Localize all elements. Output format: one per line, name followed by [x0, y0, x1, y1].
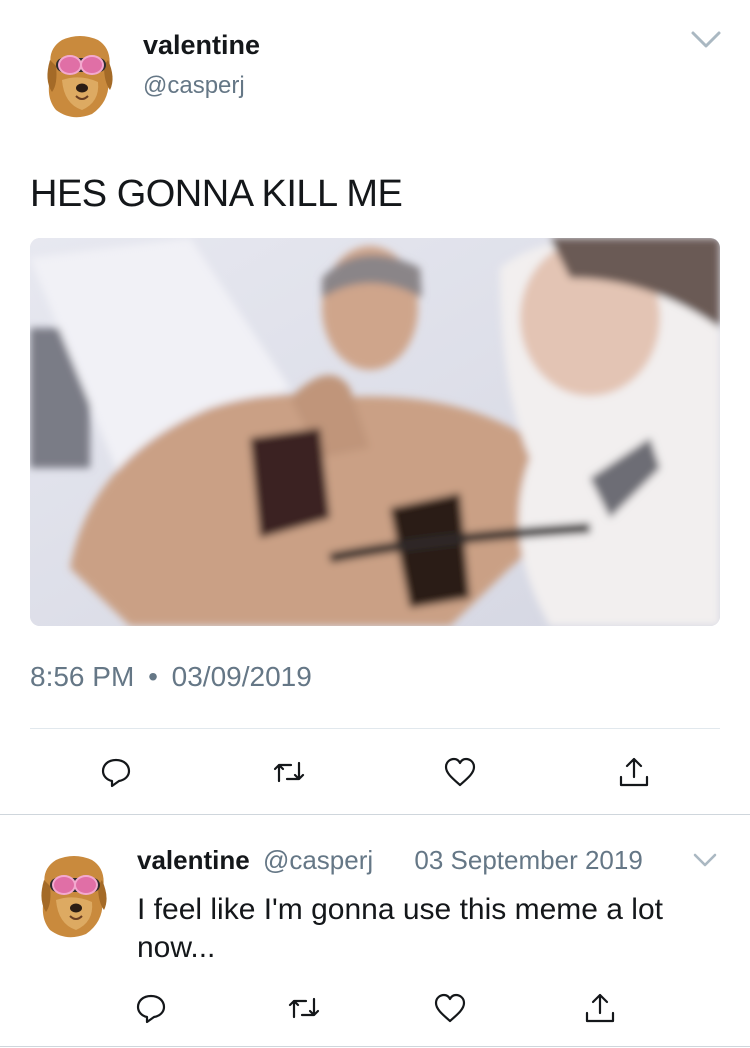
reply-retweet-button[interactable] [282, 986, 326, 1030]
heart-icon [444, 757, 476, 787]
divider [30, 728, 720, 729]
reply-text: I feel like I'm gonna use this meme a lo… [137, 893, 663, 964]
tweet-timestamp[interactable]: 8:56 PM • 03/09/2019 [30, 661, 312, 693]
retweet-icon [273, 761, 305, 783]
tweet-media-image[interactable] [30, 238, 720, 626]
author-name[interactable]: valentine [143, 30, 260, 61]
like-button[interactable] [438, 750, 482, 794]
reply-icon [101, 758, 131, 788]
reply-button[interactable] [94, 750, 138, 794]
tweet-text: HES GONNA KILL ME [30, 173, 403, 215]
share-icon [619, 757, 649, 787]
chevron-down-icon[interactable] [690, 30, 722, 55]
reply-avatar[interactable] [36, 848, 112, 940]
bottom-divider [0, 1046, 750, 1047]
timestamp-separator: • [148, 661, 158, 692]
retweet-icon [288, 997, 320, 1019]
reply-date[interactable]: 03 September 2019 [414, 845, 642, 875]
reply-chevron-down-icon[interactable] [692, 852, 718, 873]
avatar[interactable] [42, 30, 118, 120]
tweet-date: 03/09/2019 [171, 661, 312, 692]
reply-share-button[interactable] [578, 986, 622, 1030]
tweet-time: 8:56 PM [30, 661, 135, 692]
reply-author-name[interactable]: valentine [137, 845, 250, 875]
share-icon [585, 993, 615, 1023]
reply-header: valentine @casperj 03 September 2019 [137, 845, 643, 876]
reply-icon [136, 994, 166, 1024]
author-handle[interactable]: @casperj [143, 72, 245, 100]
retweet-button[interactable] [267, 750, 311, 794]
share-button[interactable] [612, 750, 656, 794]
reply-reply-button[interactable] [129, 986, 173, 1030]
reply-like-button[interactable] [428, 986, 472, 1030]
section-divider [0, 814, 750, 815]
reply-author-handle[interactable]: @casperj [263, 845, 373, 875]
heart-icon [434, 993, 466, 1023]
